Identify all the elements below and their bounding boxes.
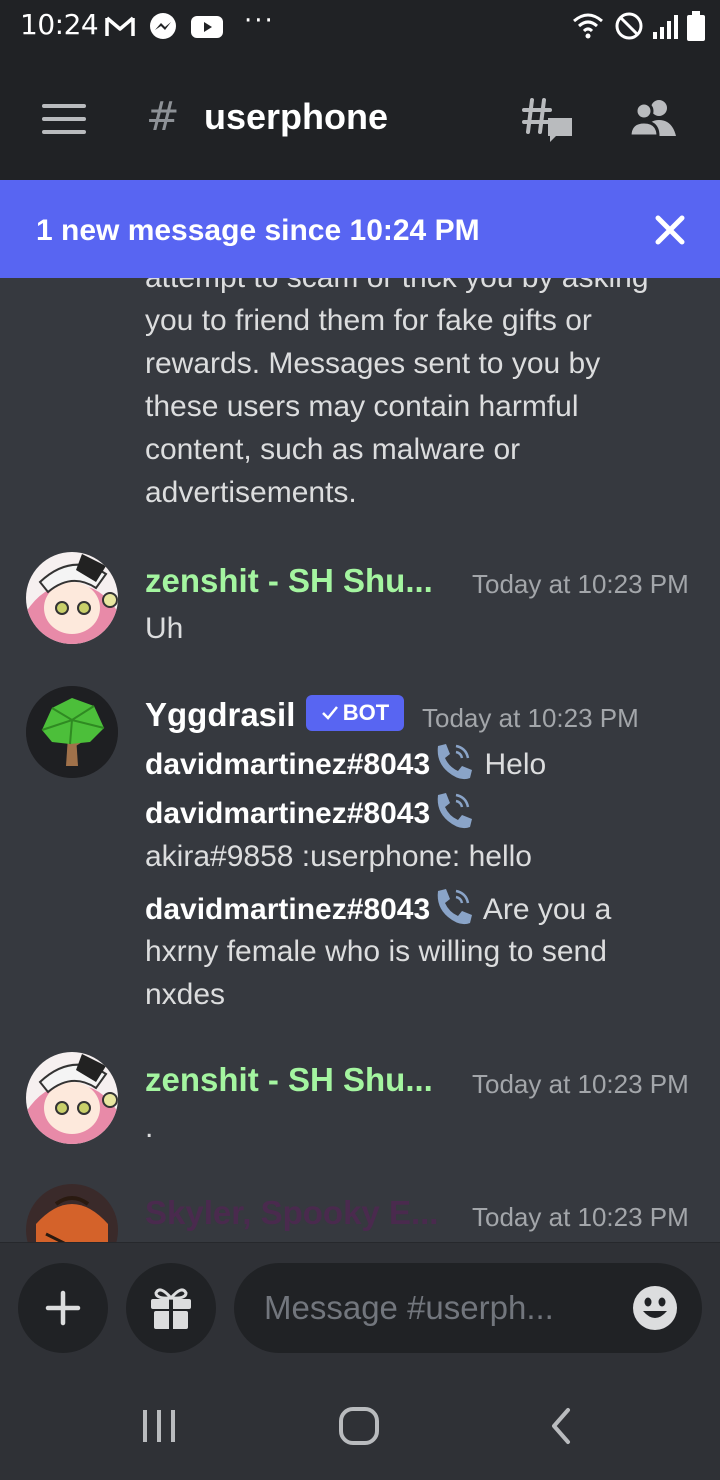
message-line: you to friend them for fake gifts or	[145, 304, 592, 337]
wifi-icon	[573, 13, 603, 39]
message-text: Helo	[484, 748, 547, 781]
message-line: davidmartinez#8043 Are you a	[145, 885, 611, 931]
plus-icon	[45, 1290, 81, 1326]
status-system-icons	[570, 10, 706, 42]
message-author[interactable]: zenshit - SH Shu...	[145, 562, 433, 600]
menu-icon[interactable]	[42, 104, 86, 134]
status-bar: 10:24 ···	[0, 0, 720, 54]
message-text: .	[145, 1111, 154, 1144]
channel-header: # userphone	[0, 54, 720, 180]
message-author[interactable]: Skyler, Spooky E...	[145, 1194, 438, 1232]
members-icon[interactable]	[628, 98, 678, 138]
add-attachment-button[interactable]	[18, 1263, 108, 1353]
message-line: content, such as malware or	[145, 433, 521, 466]
message-timestamp: Today at 10:23 PM	[472, 1202, 689, 1232]
avatar[interactable]	[26, 1052, 118, 1144]
message-line: davidmartinez#8043	[145, 789, 476, 835]
message-author[interactable]: Yggdrasil	[145, 696, 295, 734]
check-icon	[321, 706, 338, 720]
gift-icon	[151, 1288, 191, 1329]
message-line: rewards. Messages sent to you by	[145, 347, 601, 380]
phone-icon	[437, 793, 473, 829]
message-text-partial: attempt to scam or trick you by asking y…	[145, 278, 649, 514]
recent-apps-icon[interactable]	[140, 1408, 178, 1444]
close-icon[interactable]	[652, 212, 688, 248]
message-username: davidmartinez#8043	[145, 748, 431, 781]
messenger-icon	[150, 13, 176, 39]
message-composer: Message #userph...	[0, 1242, 720, 1374]
channel-title: userphone	[204, 96, 389, 137]
do-not-disturb-icon	[615, 12, 643, 40]
phone-icon	[437, 744, 473, 780]
status-notification-icons	[104, 12, 224, 42]
threads-icon[interactable]	[522, 96, 574, 144]
youtube-icon	[191, 16, 223, 38]
message-timestamp: Today at 10:23 PM	[472, 569, 689, 599]
avatar[interactable]	[26, 686, 118, 778]
message-username: davidmartinez#8043	[145, 893, 431, 926]
gift-button[interactable]	[126, 1263, 216, 1353]
avatar-anime-icon	[26, 552, 118, 644]
back-icon[interactable]	[548, 1406, 574, 1446]
system-nav-bar	[0, 1374, 720, 1480]
bot-badge-label: BOT	[342, 700, 390, 725]
new-messages-banner[interactable]: 1 new message since 10:24 PM	[0, 180, 720, 278]
avatar-anime-icon	[26, 1052, 118, 1144]
message-line: hxrny female who is willing to send	[145, 935, 607, 968]
phone-icon	[437, 889, 473, 925]
message-timestamp: Today at 10:23 PM	[472, 1069, 689, 1099]
message-line: davidmartinez#8043 Helo	[145, 740, 546, 786]
message-username: davidmartinez#8043	[145, 797, 431, 830]
message-line: these users may contain harmful	[145, 390, 579, 423]
message-text: Uh	[145, 612, 184, 645]
message-text: Are you a	[482, 893, 612, 926]
status-overflow: ···	[244, 6, 275, 36]
message-line: advertisements.	[145, 476, 357, 509]
gmail-icon	[105, 16, 135, 36]
message-timestamp: Today at 10:23 PM	[422, 703, 639, 733]
message-line: akira#9858 :userphone: hello	[145, 840, 532, 873]
message-input[interactable]: Message #userph...	[234, 1263, 702, 1353]
bot-badge: BOT	[306, 695, 404, 731]
home-icon[interactable]	[338, 1406, 380, 1446]
battery-icon	[687, 11, 705, 41]
message-line: attempt to scam or trick you by asking	[145, 278, 649, 299]
message-author[interactable]: zenshit - SH Shu...	[145, 1061, 433, 1099]
message-input-placeholder: Message #userph...	[264, 1289, 554, 1326]
message-list[interactable]: attempt to scam or trick you by asking y…	[0, 278, 720, 1242]
avatar[interactable]	[26, 1184, 118, 1242]
tree-avatar-icon	[26, 686, 118, 778]
emoji-icon[interactable]	[632, 1285, 678, 1331]
avatar[interactable]	[26, 552, 118, 644]
avatar-pumpkin-icon	[26, 1184, 118, 1242]
signal-icon	[653, 15, 678, 39]
new-messages-banner-text: 1 new message since 10:24 PM	[36, 214, 480, 247]
channel-hash-icon: #	[146, 94, 180, 140]
status-time: 10:24	[20, 8, 99, 41]
message-line: nxdes	[145, 978, 226, 1011]
